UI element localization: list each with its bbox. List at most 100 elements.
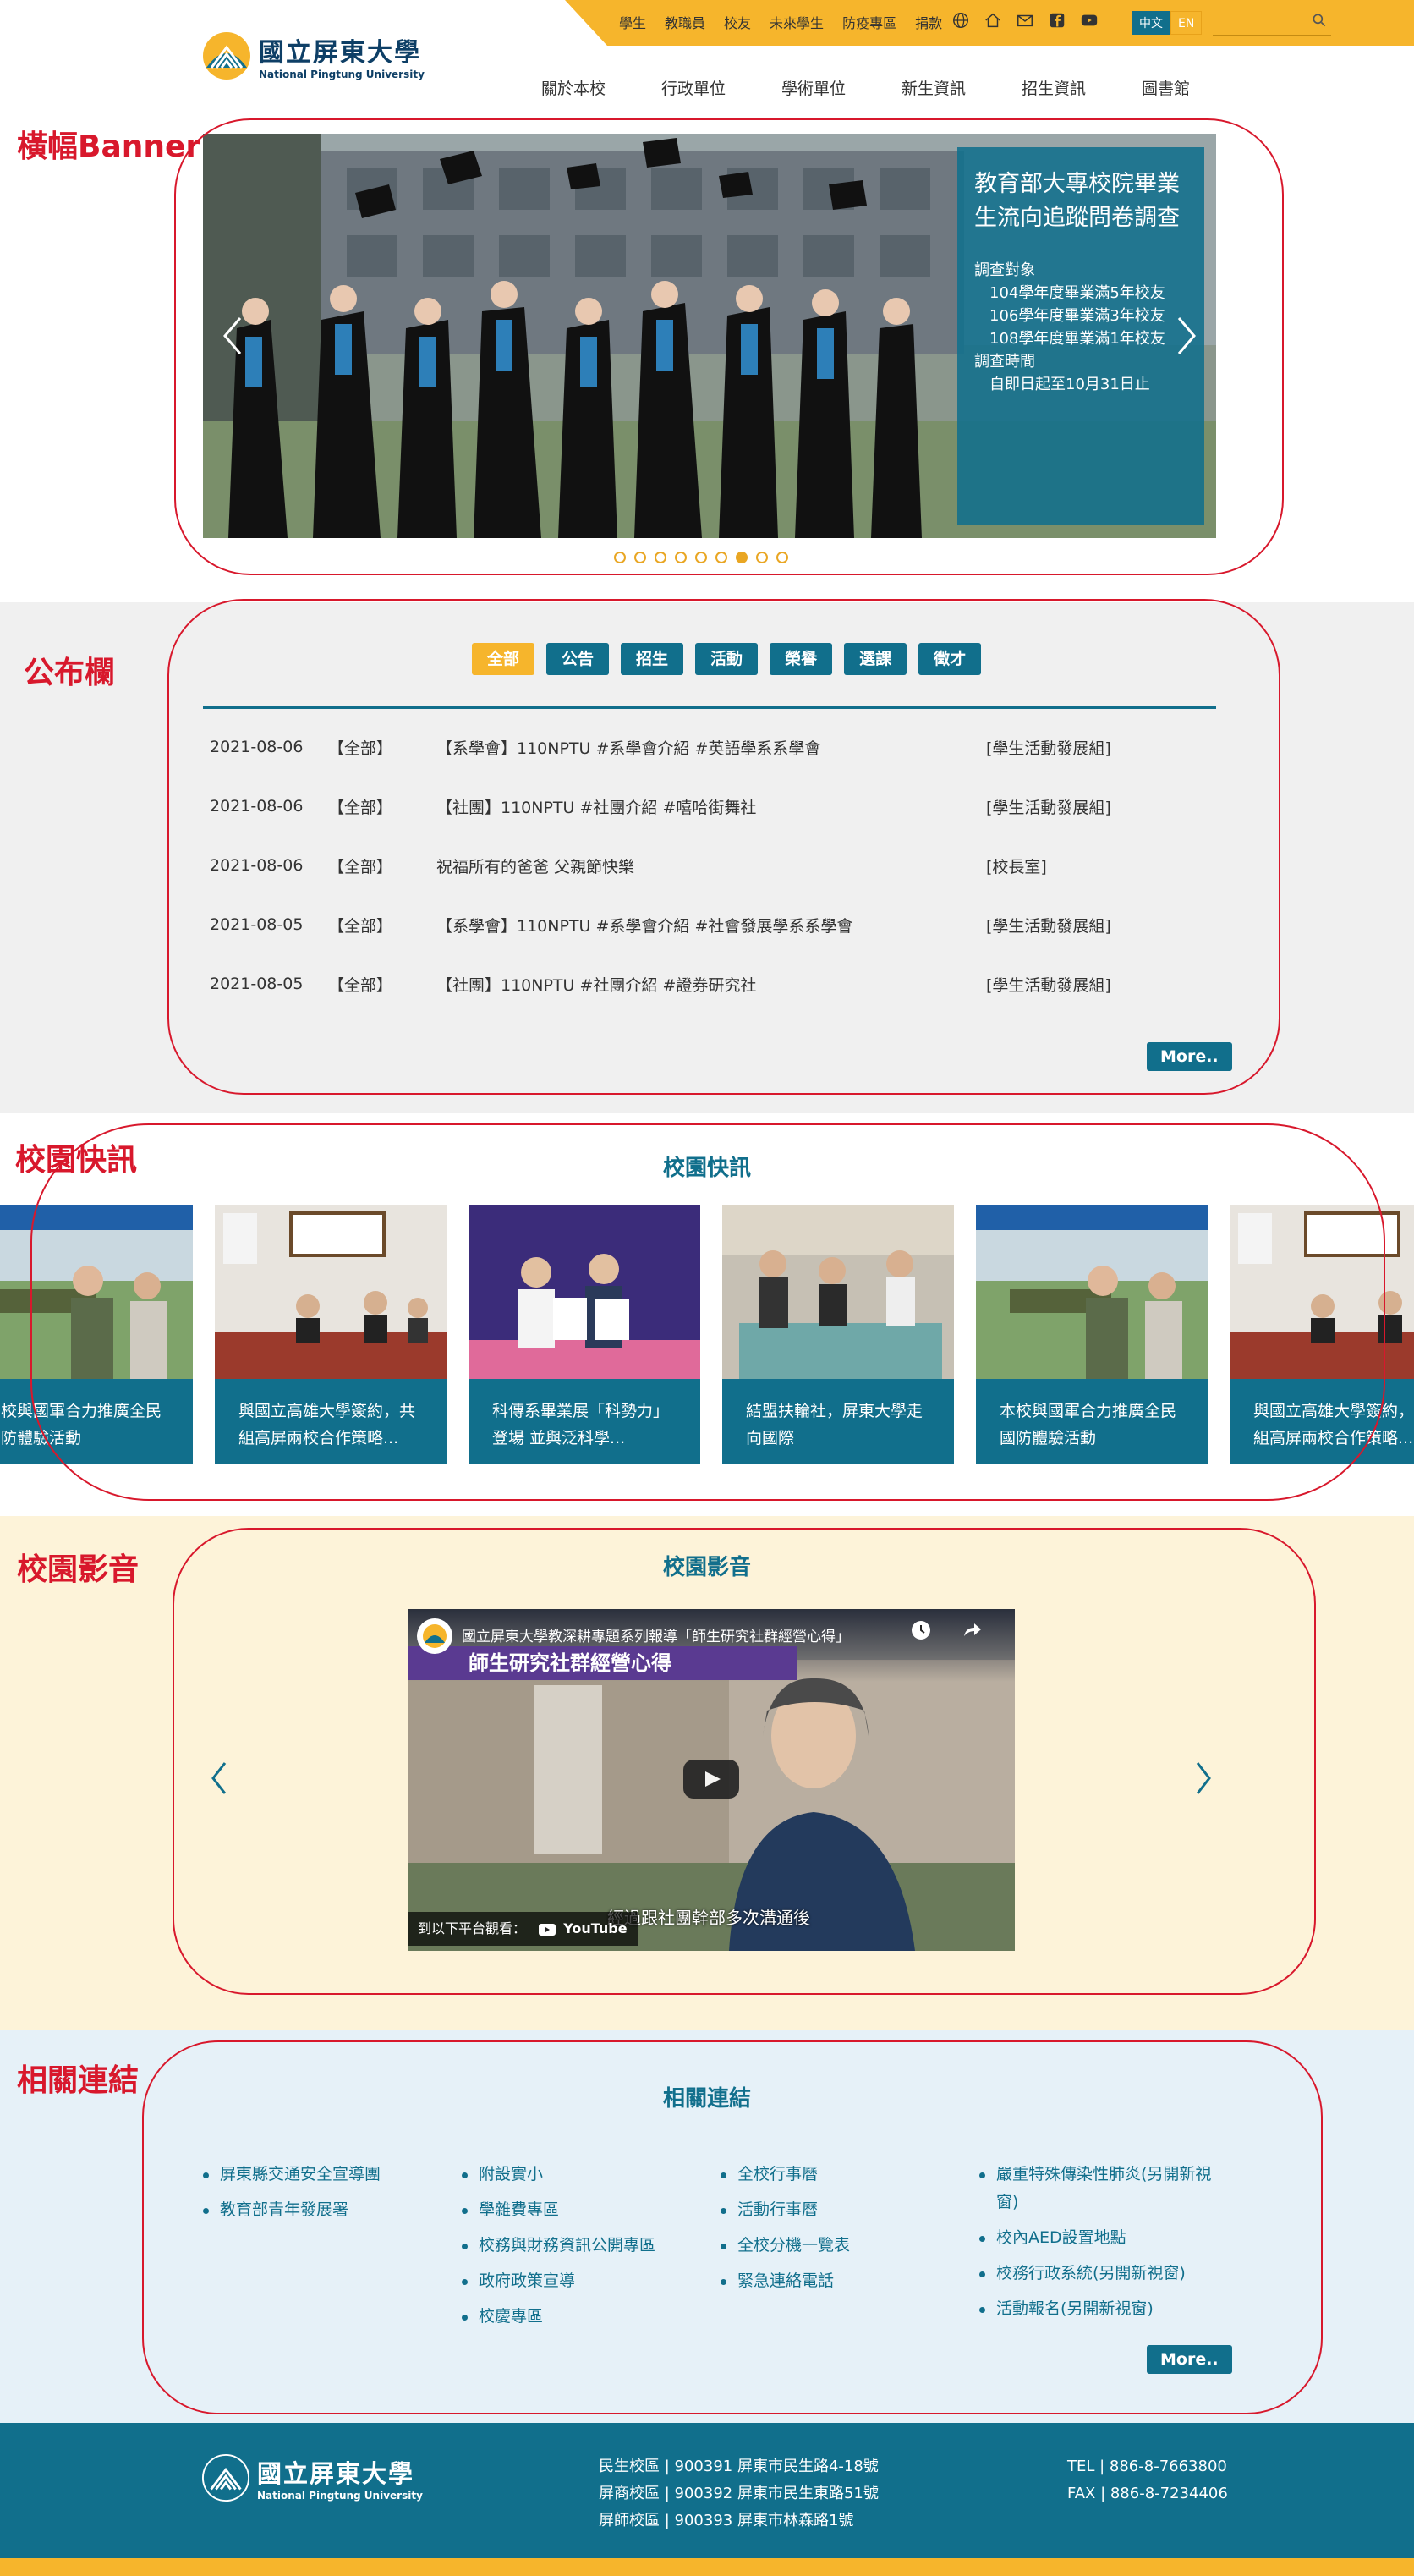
link-item[interactable]: 全校分機一覽表: [721, 2232, 979, 2260]
nav-item-library[interactable]: 圖書館: [1142, 76, 1262, 99]
search-icon[interactable]: [1311, 12, 1328, 32]
link-item[interactable]: 嚴重特殊傳染性肺炎(另開新視窗): [979, 2161, 1225, 2216]
video-prev-arrow-icon[interactable]: [206, 1760, 232, 1797]
tab-all[interactable]: 全部: [472, 643, 535, 675]
announcement-title[interactable]: 【社團】110NPTU #社團介紹 #嘻哈街舞社: [436, 795, 986, 818]
link-item[interactable]: 政府政策宣導: [462, 2267, 721, 2295]
tab-admissions[interactable]: 招生: [621, 643, 684, 675]
site-logo[interactable]: 國立屏東大學 National Pingtung University: [201, 30, 425, 81]
links-column: 附設實小 學雜費專區 校務與財務資訊公開專區 政府政策宣導 校慶專區: [462, 2161, 721, 2338]
annotation-label-announcements: 公布欄: [24, 656, 116, 690]
news-caption: 科傳系畢業展「科勢力」登場 並與泛科學...: [492, 1402, 670, 1447]
announcement-title[interactable]: 祝福所有的爸爸 父親節快樂: [436, 854, 986, 877]
tab-course-selection[interactable]: 選課: [844, 643, 907, 675]
campus-news-section: 校園快訊 本校與國軍合力推廣全民國防體驗活動 與國立高雄大學簽約，共組高屏兩校合…: [0, 1113, 1414, 1516]
list-item[interactable]: 2021-08-05 【全部】 【社團】110NPTU #社團介紹 #證券研究社…: [203, 954, 1216, 1013]
utility-link-staff[interactable]: 教職員: [665, 12, 705, 32]
list-item[interactable]: 2021-08-06 【全部】 【系學會】110NPTU #系學會介紹 #英語學…: [203, 717, 1216, 777]
language-switch: 中文 EN: [1132, 11, 1203, 35]
banner-dot[interactable]: [776, 552, 788, 563]
share-icon[interactable]: [961, 1619, 983, 1641]
university-emblem: [201, 2453, 250, 2502]
news-card[interactable]: 本校與國軍合力推廣全民國防體驗活動: [976, 1205, 1208, 1464]
link-item[interactable]: 全校行事曆: [721, 2161, 979, 2189]
facebook-icon[interactable]: [1047, 10, 1067, 30]
site-footer: 國立屏東大學 National Pingtung University 民生校區…: [0, 2423, 1414, 2558]
lang-en-button[interactable]: EN: [1170, 11, 1203, 35]
link-item[interactable]: 校內AED設置地點: [979, 2224, 1225, 2252]
link-item[interactable]: 教育部青年發展署: [203, 2196, 462, 2224]
tab-recruitment[interactable]: 徵才: [918, 643, 982, 675]
link-item[interactable]: 附設實小: [462, 2161, 721, 2189]
link-item[interactable]: 屏東縣交通安全宣導團: [203, 2161, 462, 2189]
banner-dot[interactable]: [655, 552, 666, 563]
link-item[interactable]: 校慶專區: [462, 2303, 721, 2331]
news-card[interactable]: 結盟扶輪社，屏東大學走向國際: [722, 1205, 954, 1464]
news-carousel: 本校與國軍合力推廣全民國防體驗活動 與國立高雄大學簽約，共組高屏兩校合作策略..…: [0, 1205, 1414, 1464]
globe-icon[interactable]: [951, 10, 971, 30]
utility-link-students[interactable]: 學生: [619, 12, 646, 32]
banner-dot[interactable]: [634, 552, 646, 563]
banner-dot[interactable]: [695, 552, 707, 563]
link-item[interactable]: 緊急連絡電話: [721, 2267, 979, 2295]
channel-avatar-icon[interactable]: [416, 1618, 453, 1655]
youtube-icon[interactable]: [1079, 10, 1099, 30]
utility-link-future-students[interactable]: 未來學生: [770, 12, 824, 32]
link-item[interactable]: 活動行事曆: [721, 2196, 979, 2224]
banner-prev-arrow-icon[interactable]: [220, 315, 245, 357]
announcement-date: 2021-08-06: [210, 797, 304, 816]
link-item[interactable]: 活動報名(另開新視窗): [979, 2295, 1225, 2323]
banner-dot[interactable]: [756, 552, 768, 563]
search-input[interactable]: [1213, 7, 1306, 34]
announcement-date: 2021-08-05: [210, 975, 304, 993]
lang-zh-button[interactable]: 中文: [1132, 11, 1170, 35]
news-card[interactable]: 本校與國軍合力推廣全民國防體驗活動: [0, 1205, 193, 1464]
video-next-arrow-icon[interactable]: [1191, 1760, 1216, 1797]
announcement-title[interactable]: 【系學會】110NPTU #系學會介紹 #社會發展學系系學會: [436, 914, 986, 936]
banner-dot[interactable]: [675, 552, 687, 563]
nav-item-admissions[interactable]: 招生資訊: [1022, 76, 1142, 99]
announcement-unit: [校長室]: [986, 857, 1047, 876]
nav-item-administration[interactable]: 行政單位: [661, 76, 781, 99]
news-caption: 本校與國軍合力推廣全民國防體驗活動: [0, 1402, 162, 1447]
video-title[interactable]: 國立屏東大學教深耕專題系列報導「師生研究社群經營心得」: [462, 1624, 850, 1645]
utility-link-alumni[interactable]: 校友: [724, 12, 751, 32]
nav-item-academics[interactable]: 學術單位: [781, 76, 902, 99]
nav-item-about[interactable]: 關於本校: [541, 76, 661, 99]
utility-link-covid[interactable]: 防疫專區: [842, 12, 896, 32]
announcement-title[interactable]: 【社團】110NPTU #社團介紹 #證券研究社: [436, 973, 986, 996]
news-card[interactable]: 與國立高雄大學簽約，共組高屏兩校合作策略...: [1230, 1205, 1414, 1464]
mail-icon[interactable]: [1015, 10, 1035, 30]
link-item[interactable]: 校務行政系統(另開新視窗): [979, 2260, 1225, 2288]
clock-icon[interactable]: [910, 1619, 932, 1641]
news-card[interactable]: 與國立高雄大學簽約，共組高屏兩校合作策略...: [215, 1205, 447, 1464]
banner-dot-active[interactable]: [736, 552, 748, 563]
play-button-icon[interactable]: [683, 1760, 739, 1799]
banner-carousel[interactable]: 教育部大專校院畢業生流向追蹤問卷調查 調查對象 104學年度畢業滿5年校友 10…: [203, 134, 1216, 538]
list-item[interactable]: 2021-08-05 【全部】 【系學會】110NPTU #系學會介紹 #社會發…: [203, 895, 1216, 954]
banner-next-arrow-icon[interactable]: [1174, 315, 1199, 357]
banner-dot[interactable]: [614, 552, 626, 563]
announcement-list: 2021-08-06 【全部】 【系學會】110NPTU #系學會介紹 #英語學…: [203, 717, 1216, 1013]
news-card[interactable]: 科傳系畢業展「科勢力」登場 並與泛科學...: [469, 1205, 700, 1464]
footer-contact: TEL | 886-8-7663800 FAX | 886-8-7234406: [1067, 2453, 1228, 2507]
watch-on-youtube[interactable]: 到以下平台觀看： YouTube: [408, 1912, 638, 1946]
home-icon[interactable]: [983, 10, 1003, 30]
footer-logo[interactable]: 國立屏東大學 National Pingtung University: [201, 2453, 423, 2502]
announcement-title[interactable]: 【系學會】110NPTU #系學會介紹 #英語學系系學會: [436, 736, 986, 759]
video-player[interactable]: 國立屏東大學教深耕專題系列報導「師生研究社群經營心得」 師生研究社群經營心得 經…: [408, 1609, 1015, 1951]
banner-dot[interactable]: [715, 552, 727, 563]
section-title: 相關連結: [662, 2086, 751, 2112]
links-more-button[interactable]: More..: [1147, 2345, 1232, 2374]
list-item[interactable]: 2021-08-06 【全部】 【社團】110NPTU #社團介紹 #嘻哈街舞社…: [203, 777, 1216, 836]
tab-events[interactable]: 活動: [695, 643, 759, 675]
nav-item-freshmen[interactable]: 新生資訊: [902, 76, 1022, 99]
utility-link-donate[interactable]: 捐款: [915, 12, 942, 32]
tab-notice[interactable]: 公告: [546, 643, 610, 675]
link-item[interactable]: 校務與財務資訊公開專區: [462, 2232, 721, 2260]
list-item[interactable]: 2021-08-06 【全部】 祝福所有的爸爸 父親節快樂 [校長室]: [203, 836, 1216, 895]
announcements-more-button[interactable]: More..: [1147, 1042, 1232, 1071]
link-item[interactable]: 學雜費專區: [462, 2196, 721, 2224]
tab-honors[interactable]: 榮譽: [770, 643, 833, 675]
announcement-category: 【全部】: [328, 798, 393, 817]
